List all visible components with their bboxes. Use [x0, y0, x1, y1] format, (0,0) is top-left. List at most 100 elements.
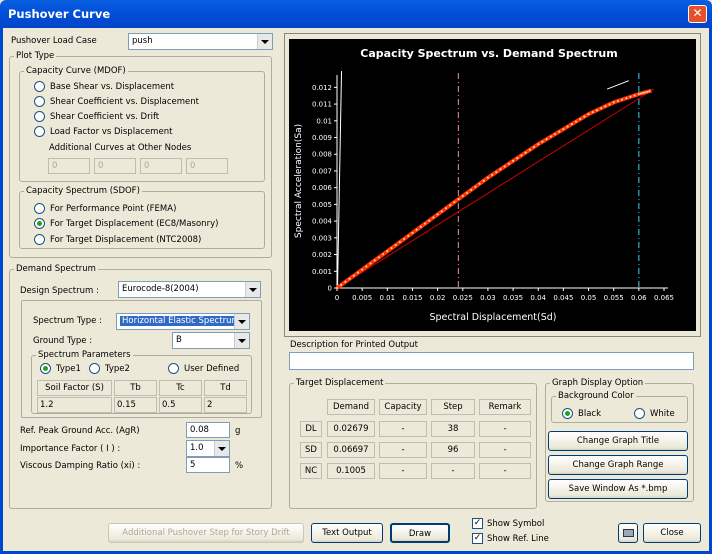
param-value[interactable]: 2: [204, 397, 247, 413]
y-axis-label: Spectral Acceleration(Sa): [294, 124, 304, 238]
curve-point: [424, 222, 427, 225]
damping-input[interactable]: 5: [186, 457, 230, 473]
radio-label: Black: [578, 408, 601, 419]
chart-background: [289, 39, 696, 331]
curve-point: [432, 216, 435, 219]
description-input[interactable]: [289, 352, 694, 370]
show-symbol-checkbox[interactable]: ✓ Show Symbol: [472, 518, 544, 529]
y-tick-label: 0.009: [312, 134, 332, 142]
curve-point: [642, 91, 645, 94]
ground-type-value: B: [176, 335, 182, 345]
y-tick-label: 0.001: [312, 268, 332, 276]
radio-label: Shear Coefficient vs. Drift: [50, 111, 160, 122]
radio-label: For Performance Point (FEMA): [50, 203, 177, 214]
curve-point: [545, 138, 548, 141]
curve-point: [516, 157, 519, 160]
close-button[interactable]: Close: [643, 523, 701, 543]
curve-point: [639, 92, 642, 95]
additional-curves-label: Additional Curves at Other Nodes: [49, 143, 192, 153]
text-output-button[interactable]: Text Output: [311, 523, 383, 543]
curve-point: [453, 201, 456, 204]
curve-point: [495, 171, 498, 174]
target-header: Demand: [327, 399, 375, 415]
change-graph-range-button[interactable]: Change Graph Range: [548, 455, 688, 475]
x-tick-label: 0.02: [430, 294, 446, 302]
chevron-down-icon: [257, 34, 272, 49]
print-button[interactable]: [618, 523, 638, 543]
radio-shear-coef-drift[interactable]: Shear Coefficient vs. Drift: [34, 111, 159, 122]
radio-load-factor[interactable]: Load Factor vs Displacement: [34, 126, 172, 137]
agr-input[interactable]: 0.08: [186, 422, 230, 438]
draw-button[interactable]: Draw: [390, 523, 450, 543]
y-tick-label: 0.004: [312, 218, 333, 226]
node-field-2[interactable]: 0: [94, 158, 136, 174]
curve-point: [633, 94, 636, 97]
radio-base-shear[interactable]: Base Shear vs. Displacement: [34, 81, 174, 92]
param-header: Soil Factor (S): [37, 380, 112, 396]
show-symbol-label: Show Symbol: [487, 518, 545, 529]
curve-point: [361, 268, 364, 271]
y-tick-label: 0.005: [312, 201, 332, 209]
node-field-1[interactable]: 0: [48, 158, 90, 174]
param-value[interactable]: 0.5: [159, 397, 202, 413]
curve-point: [616, 100, 619, 103]
capacity-chart: Capacity Spectrum vs. Demand Spectrum Sp…: [289, 39, 696, 331]
target-cell: -: [379, 463, 427, 479]
param-value[interactable]: 1.2: [37, 397, 112, 413]
agr-unit: g: [235, 426, 241, 436]
curve-point: [648, 90, 651, 93]
design-spectrum-combo[interactable]: Eurocode-8(2004): [118, 281, 261, 298]
curve-point: [449, 204, 452, 207]
target-header: Step: [431, 399, 475, 415]
radio-performance-point[interactable]: For Performance Point (FEMA): [34, 203, 176, 214]
close-window-button[interactable]: ✕: [688, 5, 707, 23]
design-spectrum-label: Design Spectrum :: [20, 286, 99, 296]
curve-point: [537, 143, 540, 146]
target-cell: 0.1005: [327, 463, 375, 479]
chevron-down-icon: [234, 314, 249, 329]
change-graph-title-button[interactable]: Change Graph Title: [548, 431, 688, 451]
radio-user-defined[interactable]: User Defined: [168, 363, 239, 374]
check-icon: ✓: [472, 518, 483, 529]
chart-title: Capacity Spectrum vs. Demand Spectrum: [360, 47, 617, 60]
target-header: Remark: [479, 399, 531, 415]
description-label: Description for Printed Output: [290, 340, 418, 350]
radio-target-ec8[interactable]: For Target Displacement (EC8/Masonry): [34, 218, 218, 229]
radio-bg-white[interactable]: White: [634, 408, 675, 419]
y-tick-label: 0.011: [312, 101, 332, 109]
curve-point: [629, 95, 632, 98]
target-legend: Target Displacement: [296, 378, 384, 388]
ground-type-combo[interactable]: B: [172, 332, 250, 349]
radio-shear-coef-disp[interactable]: Shear Coefficient vs. Displacement: [34, 96, 199, 107]
curve-point: [524, 151, 527, 154]
show-ref-line-checkbox[interactable]: ✓ Show Ref. Line: [472, 533, 549, 544]
mdof-legend: Capacity Curve (MDOF): [26, 66, 126, 76]
curve-point: [600, 107, 603, 110]
radio-type2[interactable]: Type2: [89, 363, 130, 374]
param-value[interactable]: 0.15: [114, 397, 157, 413]
curve-point: [465, 191, 468, 194]
node-field-3[interactable]: 0: [140, 158, 182, 174]
design-spectrum-value: Eurocode-8(2004): [122, 284, 199, 294]
curve-point: [478, 182, 481, 185]
bg-legend: Background Color: [558, 391, 634, 401]
curve-point: [356, 271, 359, 274]
spectrum-type-label: Spectrum Type :: [33, 316, 102, 326]
radio-type1[interactable]: Type1: [40, 363, 81, 374]
node-field-4[interactable]: 0: [186, 158, 228, 174]
damping-unit: %: [235, 461, 244, 471]
target-header: Capacity: [379, 399, 427, 415]
radio-label: White: [650, 408, 675, 419]
damping-label: Viscous Damping Ratio (xi) :: [20, 461, 141, 471]
importance-combo[interactable]: 1.0: [186, 440, 230, 457]
load-case-combo[interactable]: push: [128, 33, 273, 50]
radio-target-ntc[interactable]: For Target Displacement (NTC2008): [34, 234, 201, 245]
spectrum-type-combo[interactable]: Horizontal Elastic Spectrum: [116, 313, 250, 330]
save-window-bmp-button[interactable]: Save Window As *.bmp: [548, 479, 688, 499]
additional-pushover-step-button[interactable]: Additional Pushover Step for Story Drift: [108, 523, 304, 543]
curve-point: [566, 125, 569, 128]
sdof-legend: Capacity Spectrum (SDOF): [26, 186, 140, 196]
curve-point: [386, 250, 389, 253]
radio-bg-black[interactable]: Black: [562, 408, 601, 419]
y-tick-label: 0: [328, 285, 332, 293]
